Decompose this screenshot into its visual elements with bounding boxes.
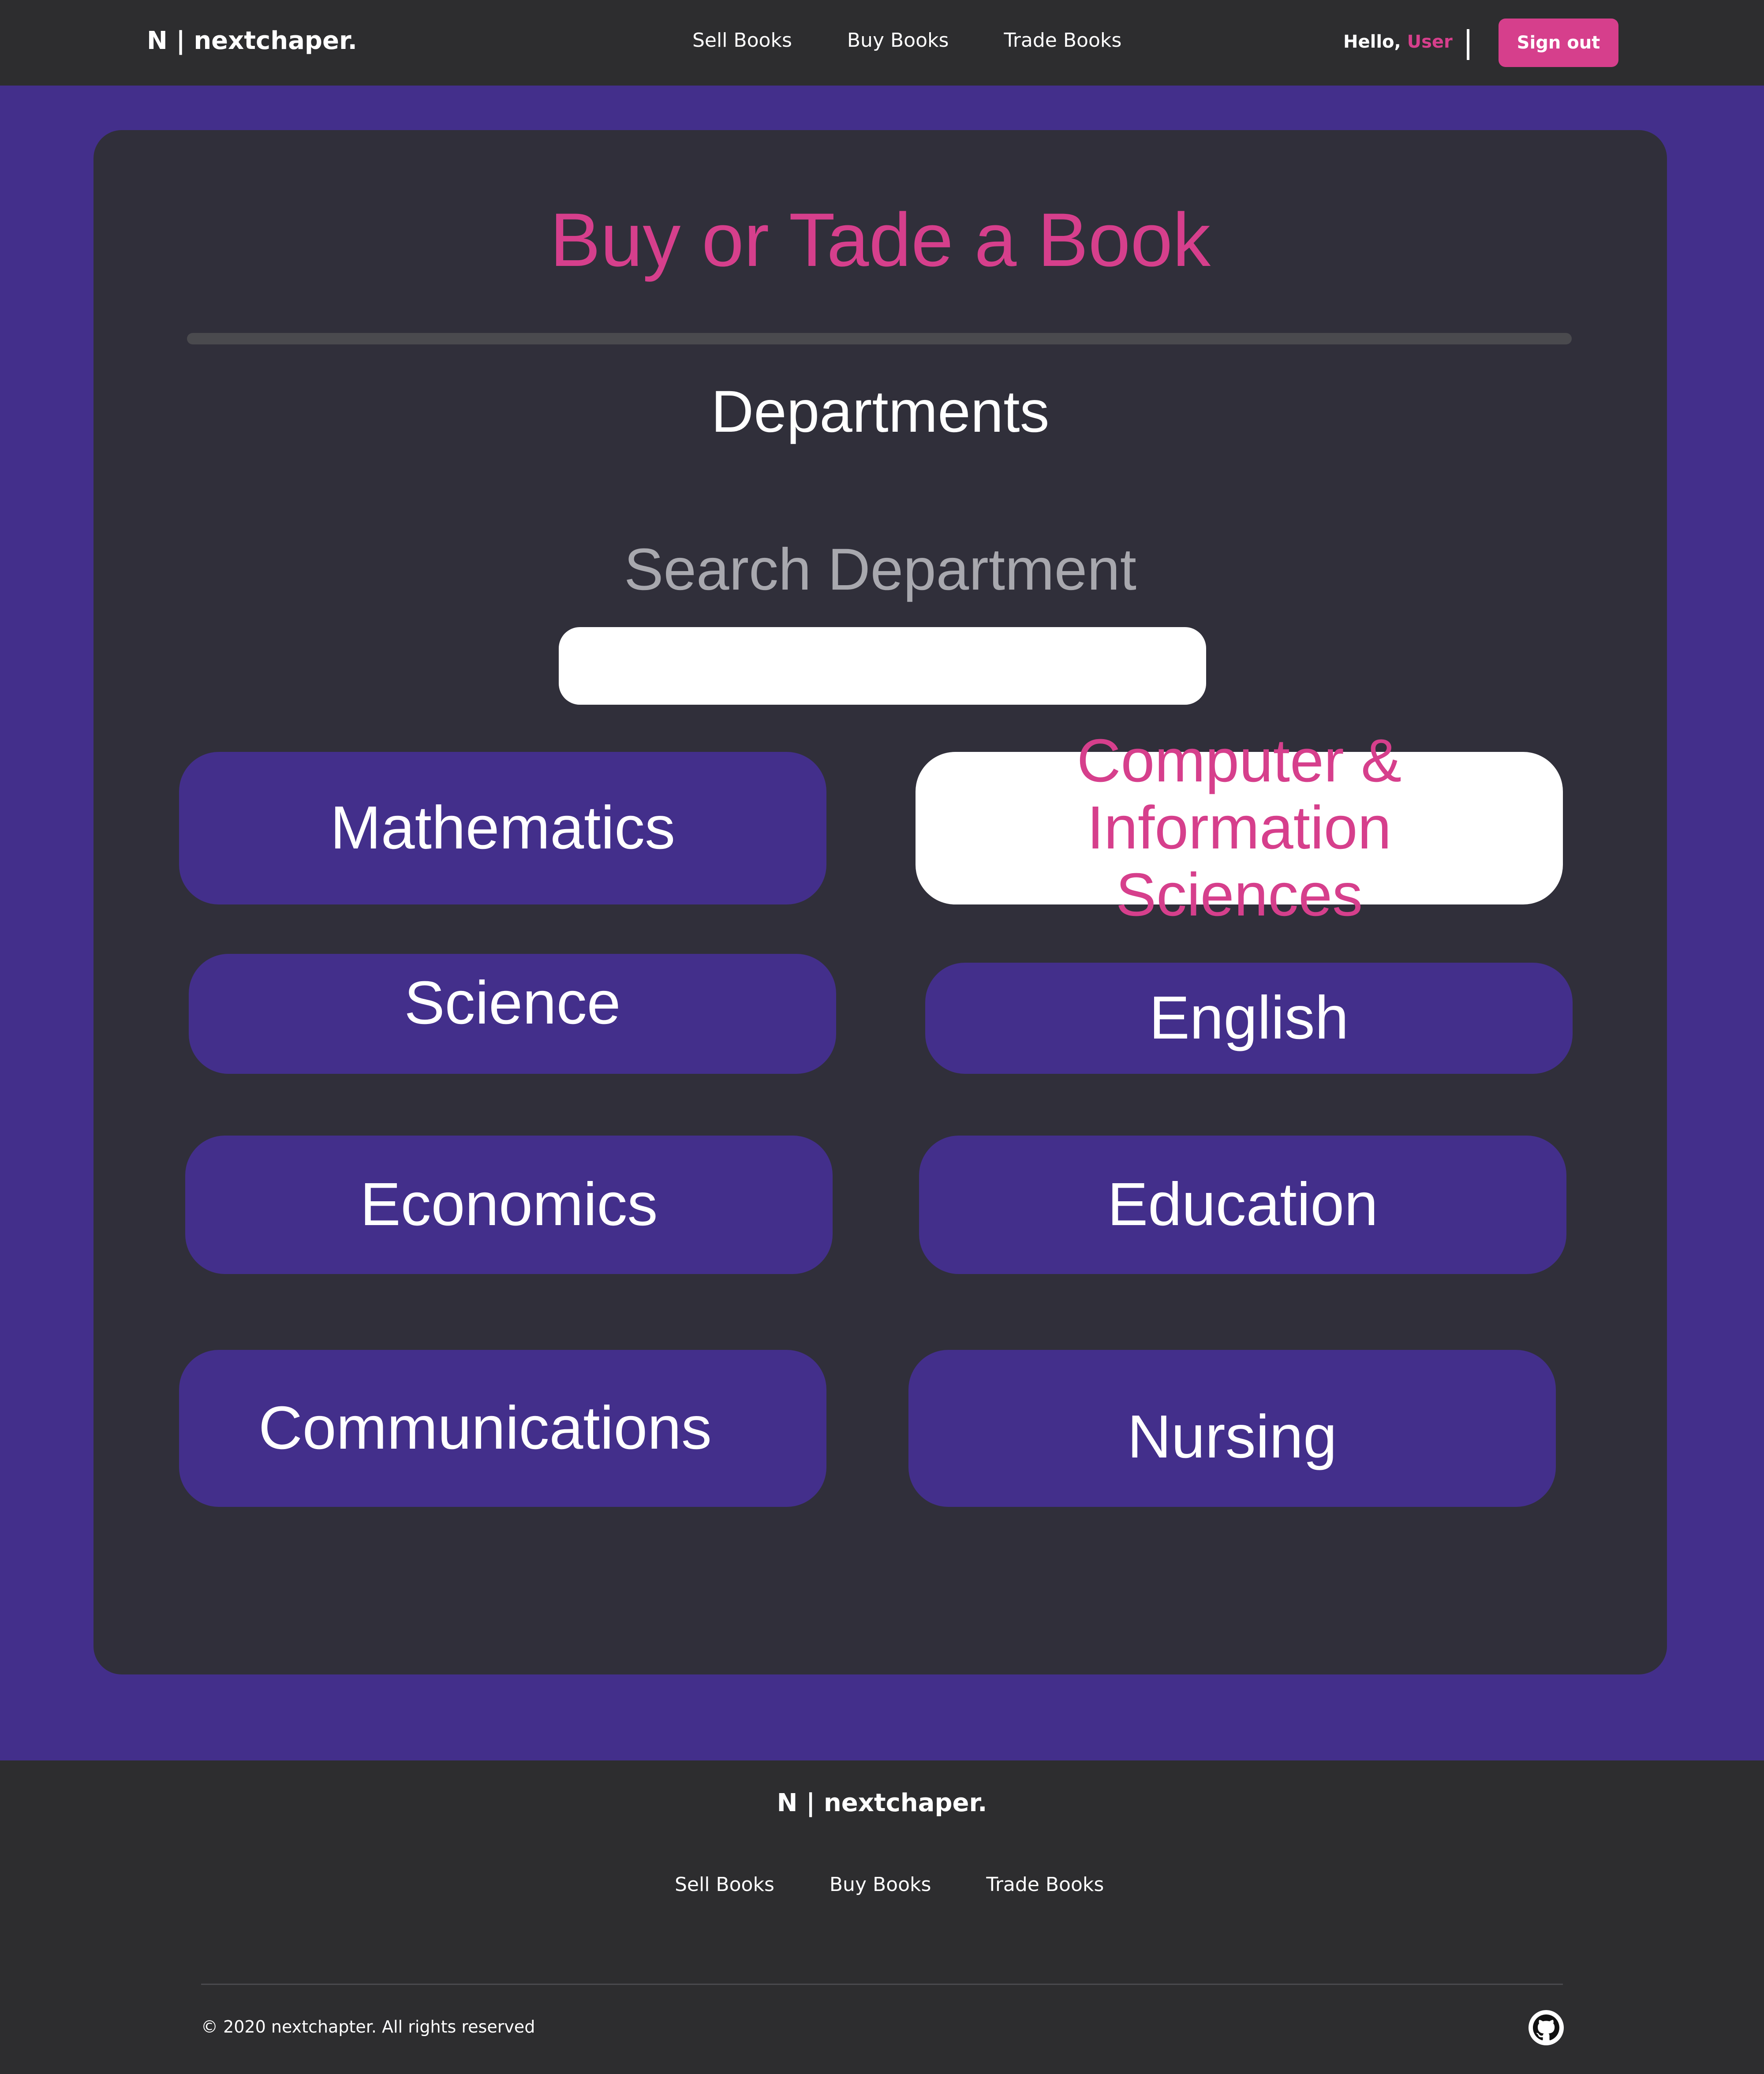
footer-links: Sell Books Buy Books Trade Books [675,1873,1104,1896]
department-science-button[interactable]: Science [189,954,836,1074]
footer-link-trade-books[interactable]: Trade Books [986,1873,1104,1896]
department-computer-information-sciences-button[interactable]: Computer & Information Sciences [916,727,1563,928]
nav-link-sell-books[interactable]: Sell Books [692,29,792,52]
search-label: Search Department [624,537,1136,602]
nav-divider [1467,29,1469,60]
nav-link-buy-books[interactable]: Buy Books [847,29,949,52]
nav-links: Sell Books Buy Books Trade Books [692,29,1121,52]
user-name: User [1407,32,1453,52]
copyright-text: © 2020 nextchapter. All rights reserved [201,2017,535,2037]
user-greeting: Hello, User [1343,32,1453,52]
footer-divider [201,1984,1563,1985]
sign-out-button[interactable]: Sign out [1499,19,1618,67]
search-department-input[interactable] [559,627,1206,705]
page-title: Buy or Tade a Book [549,198,1211,282]
department-label: Computer & Information Sciences [1076,727,1402,929]
footer: N | nextchaper. Sell Books Buy Books Tra… [0,1760,1764,2074]
department-mathematics-button[interactable]: Mathematics [179,752,826,904]
footer-brand[interactable]: N | nextchaper. [0,1789,1764,1817]
department-communications-button[interactable]: Communications [179,1350,826,1507]
github-icon[interactable] [1529,2010,1564,2045]
greeting-label: Hello, [1343,32,1401,52]
department-education-button[interactable]: Education [919,1136,1566,1274]
footer-link-buy-books[interactable]: Buy Books [830,1873,931,1896]
department-english-button[interactable]: English [925,963,1573,1074]
brand-logo[interactable]: N | nextchaper. [147,26,357,55]
departments-heading: Departments [711,379,1050,445]
github-icon-glyph [1533,2014,1559,2040]
main-card: Buy or Tade a Book Departments Search De… [93,130,1667,1674]
department-nursing-button[interactable]: Nursing [908,1350,1556,1507]
top-navbar: N | nextchaper. Sell Books Buy Books Tra… [0,0,1764,86]
footer-link-sell-books[interactable]: Sell Books [675,1873,774,1896]
department-economics-button[interactable]: Economics [185,1136,833,1274]
title-divider [187,333,1572,344]
nav-link-trade-books[interactable]: Trade Books [1004,29,1121,52]
